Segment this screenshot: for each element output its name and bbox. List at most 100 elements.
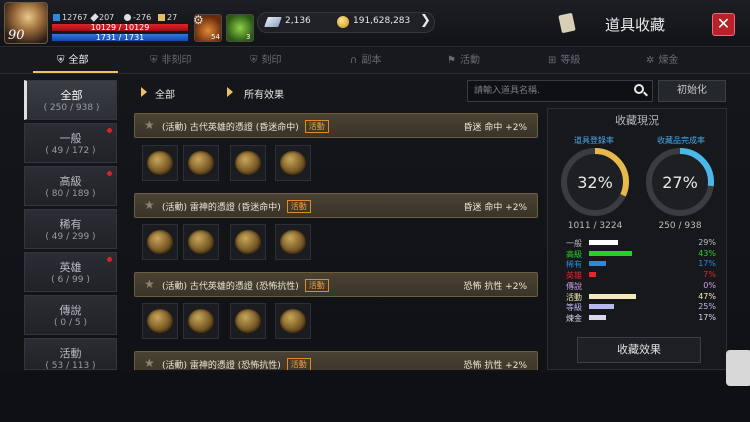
- item-name: (活動) 古代英雄的憑證 (昏迷命中): [162, 123, 299, 133]
- item-slot[interactable]: [183, 224, 219, 260]
- star-icon[interactable]: ★: [144, 198, 155, 212]
- tab-event[interactable]: ⚑ 活動: [447, 48, 480, 74]
- skull-icon: [124, 14, 131, 21]
- leaf-count: 3: [246, 33, 251, 41]
- chevron-right-icon[interactable]: ❯: [420, 13, 431, 28]
- legend-row: 傳說 0%: [566, 280, 716, 291]
- item-list[interactable]: ★ (活動) 古代英雄的憑證 (昏迷命中) 活動 昏迷 命中 +2% ★ (活動)…: [134, 108, 542, 370]
- legend-name: 稀有: [566, 260, 582, 270]
- horseshoe-icon: ∩: [350, 55, 358, 66]
- tab-engraved[interactable]: ⛨ 刻印: [250, 48, 282, 74]
- completion-count: 250 / 938: [658, 221, 702, 231]
- list-item-header[interactable]: ★ (活動) 雷神的憑證 (恐怖抗性) 活動 恐怖 抗性 +2%: [134, 351, 538, 370]
- item-name: (活動) 雷神的憑證 (恐怖抗性): [162, 361, 281, 370]
- coin-icon: [188, 151, 214, 175]
- star-icon[interactable]: ★: [144, 356, 155, 370]
- item-slot[interactable]: [142, 145, 178, 181]
- legend-bar: [589, 250, 632, 256]
- sidebar-item-advanced[interactable]: 高級( 80 / 189 ): [24, 166, 117, 206]
- legend-percent: 0%: [703, 280, 716, 290]
- tab-level[interactable]: ⊞ 等級: [548, 48, 580, 74]
- close-button[interactable]: ✕: [712, 13, 735, 36]
- item-slot[interactable]: [275, 303, 311, 339]
- item-slot[interactable]: [230, 224, 266, 260]
- item-slot[interactable]: [142, 224, 178, 260]
- level-icon: ⊞: [548, 55, 557, 66]
- sidebar-item-normal[interactable]: 一般( 49 / 172 ): [24, 123, 117, 163]
- legend-bar: [589, 293, 636, 299]
- sidebar-item-all[interactable]: 全部( 250 / 938 ): [24, 80, 117, 120]
- trophy-icon: [158, 14, 165, 21]
- item-effect: 昏迷 命中 +2%: [463, 203, 527, 213]
- reset-button[interactable]: 初始化: [658, 80, 726, 102]
- blade-icon: [90, 13, 99, 22]
- item-slot[interactable]: [142, 303, 178, 339]
- list-item-header[interactable]: ★ (活動) 古代英雄的憑證 (昏迷命中) 活動 昏迷 命中 +2%: [134, 113, 538, 138]
- completion-percent: 27%: [662, 173, 698, 192]
- sidebar-item-event[interactable]: 活動( 53 / 113 ): [24, 338, 117, 370]
- item-slot[interactable]: [230, 303, 266, 339]
- registration-count: 1011 / 3224: [567, 221, 623, 231]
- item-name: (活動) 古代英雄的憑證 (恐怖抗性): [162, 282, 299, 292]
- item-name: (活動) 雷神的憑證 (昏迷命中): [162, 203, 281, 213]
- coin-icon: [188, 230, 214, 254]
- legend-percent: 29%: [698, 238, 716, 247]
- gear-icon[interactable]: ⚙: [193, 13, 204, 27]
- coin-icon: [280, 230, 306, 254]
- mp-bar: 1731 / 1731: [51, 33, 189, 42]
- effect-filter[interactable]: 所有效果: [244, 86, 284, 101]
- legend-bar: [589, 240, 618, 245]
- list-item-header[interactable]: ★ (活動) 雷神的憑證 (昏迷命中) 活動 昏迷 命中 +2%: [134, 193, 538, 218]
- coin-icon: [235, 151, 261, 175]
- legend-row: 一般 29%: [566, 238, 716, 248]
- legend-row: 稀有 17%: [566, 259, 716, 270]
- new-badge: [107, 171, 112, 176]
- page-title: 道具收藏: [605, 16, 666, 34]
- tab-dungeon[interactable]: ∩ 副本: [350, 48, 381, 74]
- legend-name: 一般: [566, 239, 582, 248]
- tab-non-engraved[interactable]: ⛨ 非刻印: [150, 48, 192, 74]
- coin-icon: [147, 151, 173, 175]
- star-icon[interactable]: ★: [144, 118, 155, 132]
- coin-icon: [280, 309, 306, 333]
- item-effect: 恐怖 抗性 +2%: [463, 361, 527, 370]
- legend-bar: [589, 261, 606, 267]
- stat-d: 27: [158, 13, 177, 22]
- coin-icon: [147, 230, 173, 254]
- coin-icon: [147, 309, 173, 333]
- registration-percent: 32%: [577, 173, 613, 192]
- tab-alchemy[interactable]: ✲ 煉金: [646, 48, 678, 74]
- sidebar-item-legend[interactable]: 傳說( 0 / 5 ): [24, 295, 117, 335]
- sidebar-item-hero[interactable]: 英雄( 6 / 99 ): [24, 252, 117, 292]
- legend-percent: 43%: [698, 248, 716, 258]
- legend-name: 等級: [566, 303, 582, 313]
- new-badge: [107, 128, 112, 133]
- flag-icon: ⚑: [447, 55, 456, 66]
- search-input[interactable]: 請輸入道具名稱.: [467, 80, 653, 102]
- collection-effect-button[interactable]: 收藏效果: [577, 337, 701, 363]
- item-slot[interactable]: [230, 145, 266, 181]
- legend-bar: [589, 272, 596, 278]
- item-slot[interactable]: [275, 224, 311, 260]
- item-slot[interactable]: [275, 145, 311, 181]
- event-tag: 活動: [286, 200, 311, 213]
- star-icon[interactable]: ★: [144, 277, 155, 291]
- player-level: 90: [8, 28, 25, 43]
- stat-c: -276: [124, 13, 151, 22]
- sidebar-item-rare[interactable]: 稀有( 49 / 299 ): [24, 209, 117, 249]
- legend-percent: 7%: [703, 270, 716, 280]
- item-slot[interactable]: [183, 303, 219, 339]
- hp-bar: 10129 / 10129: [51, 23, 189, 32]
- legend-row: 活動 47%: [566, 292, 716, 302]
- gold-amount: 191,628,283: [353, 16, 411, 26]
- category-filter[interactable]: 全部: [155, 86, 175, 101]
- event-tag: 活動: [286, 358, 311, 370]
- sword-icon: [53, 14, 60, 21]
- list-item-header[interactable]: ★ (活動) 古代英雄的憑證 (恐怖抗性) 活動 恐怖 抗性 +2%: [134, 272, 538, 297]
- item-slot[interactable]: [183, 145, 219, 181]
- new-badge: [107, 257, 112, 262]
- close-icon: ✕: [716, 14, 731, 33]
- legend-name: 活動: [566, 292, 582, 302]
- chat-bubble-icon[interactable]: [726, 350, 750, 386]
- coin-icon: [235, 309, 261, 333]
